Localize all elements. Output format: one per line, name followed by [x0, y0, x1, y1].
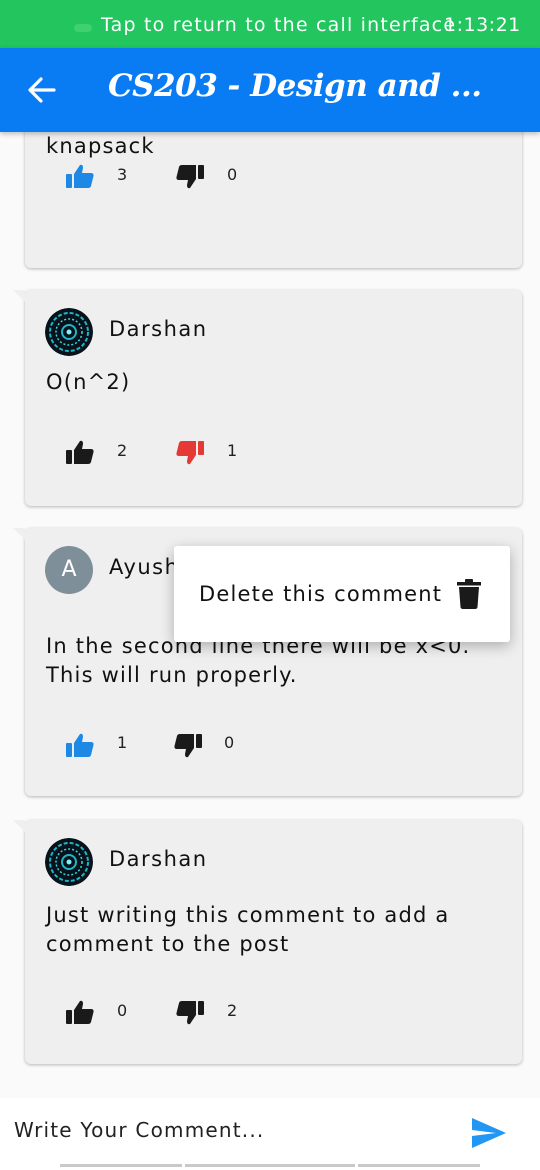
trash-icon[interactable] — [457, 579, 481, 609]
thumbs-down-icon[interactable] — [175, 1000, 205, 1026]
avatar[interactable] — [45, 308, 93, 356]
dislike-count: 0 — [224, 733, 235, 752]
bubble-tail — [13, 528, 25, 540]
thumbs-up-icon[interactable] — [65, 999, 95, 1025]
app-bar: CS203 - Design and ... — [0, 48, 540, 132]
comment-author: Darshan — [109, 317, 208, 341]
comment-card: Darshan Just writing this comment to add… — [13, 820, 522, 1064]
nav-gesture-bar — [185, 1164, 355, 1167]
like-count: 3 — [117, 165, 128, 184]
like-count: 0 — [117, 1001, 128, 1020]
like-count: 2 — [117, 441, 128, 460]
nav-gesture-bar — [60, 1164, 182, 1167]
page-title: CS203 - Design and ... — [108, 68, 482, 104]
thumbs-up-icon[interactable] — [65, 732, 95, 758]
comment-composer — [0, 1098, 540, 1170]
dislike-count: 2 — [227, 1001, 238, 1020]
thumbs-down-icon[interactable] — [175, 164, 205, 190]
comment-text: O(n^2) — [46, 370, 131, 394]
comment-card: Darshan O(n^2) 2 1 — [13, 290, 522, 506]
dislike-count: 1 — [227, 441, 238, 460]
send-icon[interactable] — [470, 1116, 508, 1150]
comment-author: Ayush — [109, 555, 180, 579]
comment-text: knapsack — [46, 134, 155, 158]
call-indicator-icon — [74, 24, 92, 32]
dislike-count: 0 — [227, 165, 238, 184]
comment-card: knapsack 3 0 — [25, 132, 522, 268]
call-timer: 1:13:21 — [444, 14, 521, 36]
nav-gesture-bar — [358, 1164, 480, 1167]
comment-input[interactable] — [14, 1112, 454, 1148]
avatar[interactable]: A — [45, 546, 93, 594]
delete-comment-menu-item[interactable]: Delete this comment — [174, 546, 510, 642]
avatar[interactable] — [45, 838, 93, 886]
thumbs-down-icon[interactable] — [175, 440, 205, 466]
thumbs-down-icon[interactable] — [173, 733, 203, 759]
call-return-banner[interactable]: Tap to return to the call interface 1:13… — [0, 0, 540, 48]
comment-text: Just writing this comment to add a comme… — [46, 903, 450, 956]
bubble-tail — [13, 820, 25, 832]
thumbs-up-icon[interactable] — [65, 439, 95, 465]
bubble-tail — [13, 290, 25, 302]
arrow-left-icon[interactable] — [26, 76, 56, 104]
delete-comment-label: Delete this comment — [199, 582, 443, 606]
call-banner-message: Tap to return to the call interface — [101, 14, 457, 36]
comment-author: Darshan — [109, 847, 208, 871]
thumbs-up-icon[interactable] — [65, 163, 95, 189]
like-count: 1 — [117, 733, 128, 752]
